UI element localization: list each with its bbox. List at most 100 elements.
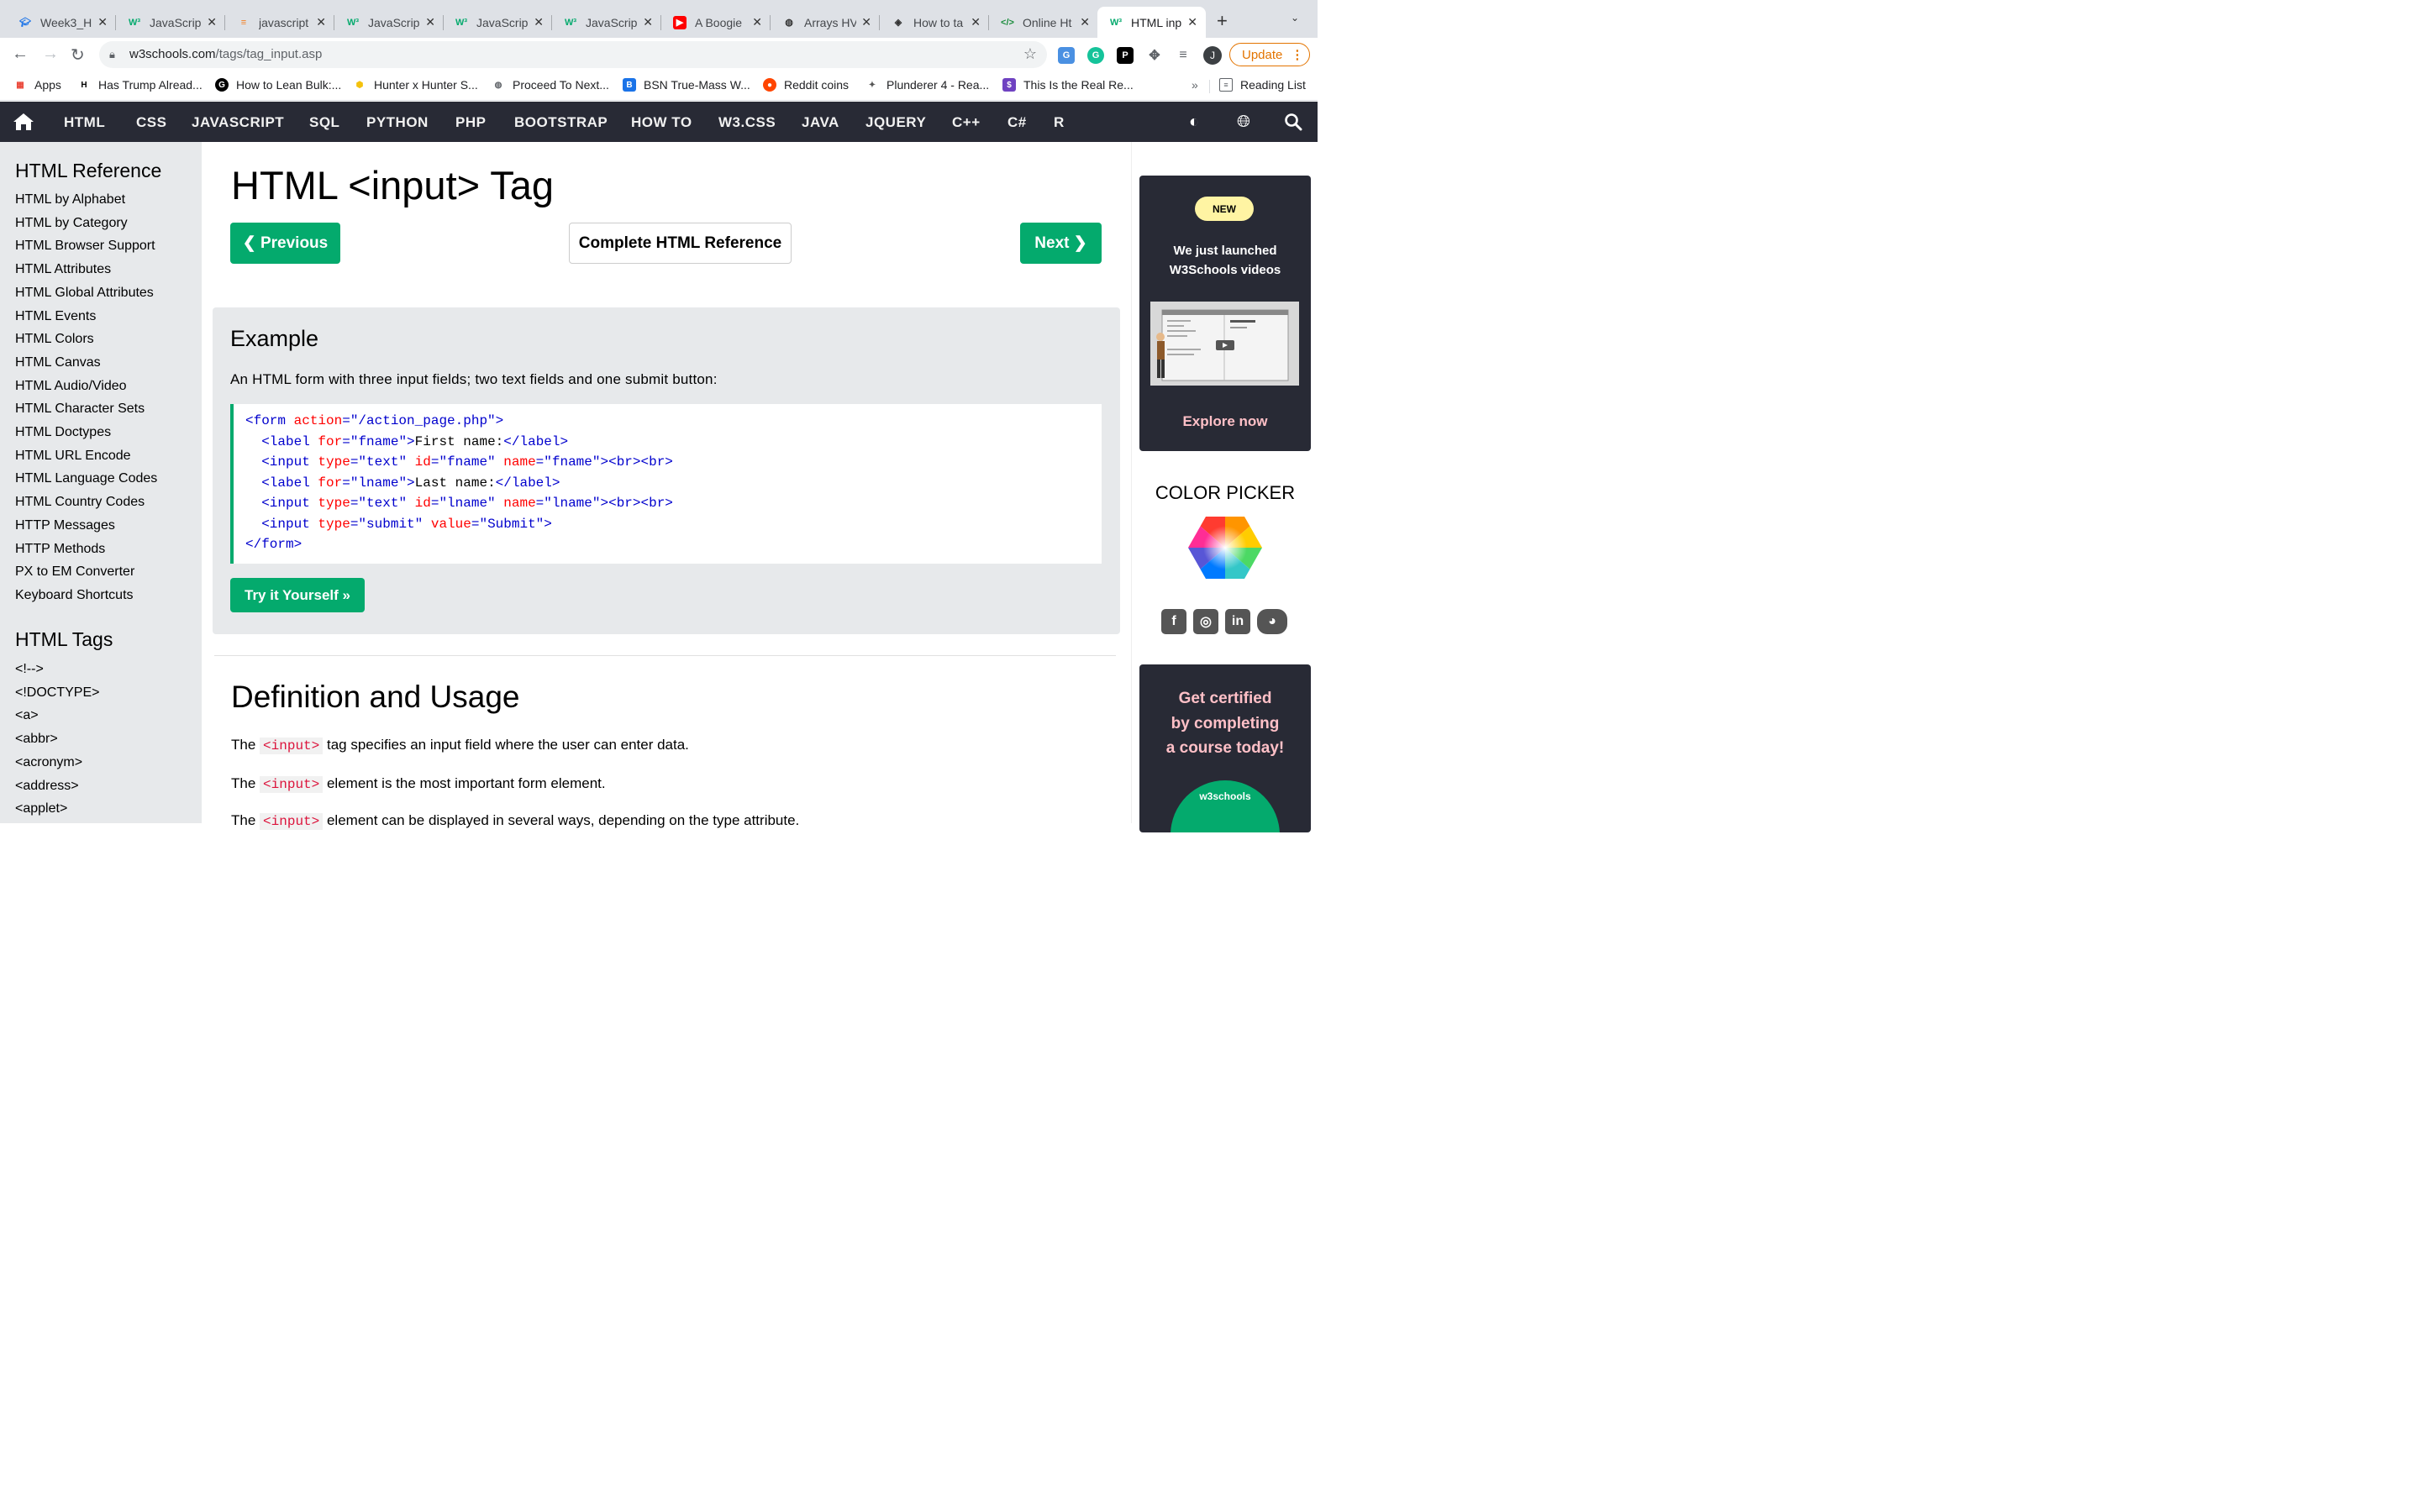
- home-icon[interactable]: [12, 112, 35, 132]
- close-tab-icon[interactable]: ✕: [1080, 15, 1090, 29]
- language-globe-icon[interactable]: 🌐︎: [1237, 113, 1250, 132]
- sidebar-reference-link[interactable]: HTML by Category: [15, 216, 128, 231]
- p-extension-icon[interactable]: P: [1117, 47, 1134, 64]
- profile-avatar[interactable]: J: [1203, 46, 1222, 65]
- sidebar-tag-link[interactable]: <acronym>: [15, 755, 82, 770]
- browser-tab[interactable]: ◈ How to ta ✕: [880, 7, 989, 38]
- topnav-item-css[interactable]: CSS: [136, 114, 166, 131]
- sidebar-reference-link[interactable]: PX to EM Converter: [15, 564, 134, 580]
- sidebar-reference-link[interactable]: HTML Canvas: [15, 355, 101, 370]
- facebook-icon[interactable]: f: [1161, 609, 1186, 634]
- topnav-item-c[interactable]: C#: [1007, 114, 1027, 131]
- complete-reference-button[interactable]: Complete HTML Reference: [569, 223, 792, 264]
- address-bar[interactable]: 🔒︎ w3schools.com/tags/tag_input.asp ☆: [99, 41, 1047, 68]
- topnav-item-python[interactable]: PYTHON: [366, 114, 429, 131]
- bookmark-item[interactable]: ▦ Apps: [13, 78, 61, 92]
- bookmark-item[interactable]: ◍ Proceed To Next...: [492, 78, 609, 92]
- browser-tab[interactable]: ▶ A Boogie ✕: [661, 7, 771, 38]
- previous-button[interactable]: ❮ Previous: [230, 223, 340, 264]
- topnav-item-php[interactable]: PHP: [455, 114, 486, 131]
- sidebar-tag-link[interactable]: <address>: [15, 779, 79, 794]
- bookmark-item[interactable]: H Has Trump Alread...: [77, 78, 202, 92]
- update-button[interactable]: Update ⋮: [1229, 43, 1310, 66]
- sidebar-reference-link[interactable]: HTTP Messages: [15, 518, 115, 533]
- reload-icon[interactable]: ↻: [71, 45, 85, 66]
- topnav-item-c[interactable]: C++: [952, 114, 981, 131]
- sidebar-reference-link[interactable]: HTML Audio/Video: [15, 379, 127, 394]
- new-tab-button[interactable]: +: [1217, 10, 1228, 32]
- sidebar-tag-link[interactable]: <!DOCTYPE>: [15, 685, 99, 701]
- topnav-item-howto[interactable]: HOW TO: [631, 114, 692, 131]
- close-tab-icon[interactable]: ✕: [207, 15, 217, 29]
- close-tab-icon[interactable]: ✕: [861, 15, 871, 29]
- bookmark-star-icon[interactable]: ☆: [1023, 45, 1037, 63]
- video-thumbnail[interactable]: [1150, 302, 1299, 386]
- topnav-item-sql[interactable]: SQL: [309, 114, 339, 131]
- bookmark-item[interactable]: $ This Is the Real Re...: [1002, 78, 1134, 92]
- close-tab-icon[interactable]: ✕: [534, 15, 544, 29]
- bookmark-item[interactable]: ⬢ Hunter x Hunter S...: [353, 78, 478, 92]
- close-tab-icon[interactable]: ✕: [316, 15, 326, 29]
- grammarly-icon[interactable]: G: [1087, 47, 1104, 64]
- topnav-item-bootstrap[interactable]: BOOTSTRAP: [514, 114, 608, 131]
- topnav-item-w3css[interactable]: W3.CSS: [718, 114, 776, 131]
- browser-tab[interactable]: ◍ Arrays HV ✕: [771, 7, 880, 38]
- topnav-item-java[interactable]: JAVA: [802, 114, 839, 131]
- browser-tab[interactable]: W³ JavaScrip ✕: [443, 7, 552, 38]
- sidebar-tag-link[interactable]: <applet>: [15, 801, 67, 816]
- close-tab-icon[interactable]: ✕: [643, 15, 653, 29]
- url-text[interactable]: w3schools.com/tags/tag_input.asp: [129, 47, 322, 61]
- bookmark-item[interactable]: ✦ Plunderer 4 - Rea...: [865, 78, 989, 92]
- sidebar-reference-link[interactable]: Keyboard Shortcuts: [15, 588, 134, 603]
- sidebar-reference-link[interactable]: HTML Attributes: [15, 262, 111, 277]
- sidebar-reference-link[interactable]: HTML URL Encode: [15, 449, 131, 464]
- sidebar-reference-link[interactable]: HTML Country Codes: [15, 495, 145, 510]
- search-icon[interactable]: [1284, 113, 1302, 131]
- close-tab-icon[interactable]: ✕: [971, 15, 981, 29]
- browser-tab[interactable]: W³ JavaScrip ✕: [552, 7, 661, 38]
- videos-promo-card[interactable]: NEW We just launched W3Schools videos Ex…: [1139, 176, 1311, 451]
- bookmark-item[interactable]: B BSN True-Mass W...: [623, 78, 750, 92]
- sidebar-reference-link[interactable]: HTML Browser Support: [15, 239, 155, 254]
- reading-list-button[interactable]: ≡ Reading List: [1219, 78, 1306, 92]
- browser-tab[interactable]: </> Online Ht ✕: [989, 7, 1098, 38]
- close-tab-icon[interactable]: ✕: [425, 15, 435, 29]
- next-button[interactable]: Next ❯: [1020, 223, 1102, 264]
- explore-now-link[interactable]: Explore now: [1139, 413, 1311, 430]
- tab-search-icon[interactable]: ⌄: [1291, 12, 1299, 24]
- color-picker-wheel[interactable]: [1187, 515, 1263, 580]
- try-it-yourself-button[interactable]: Try it Yourself »: [230, 578, 365, 612]
- bookmarks-overflow-button[interactable]: »: [1192, 78, 1198, 92]
- forward-icon[interactable]: →: [42, 45, 59, 64]
- sidebar-reference-link[interactable]: HTML Doctypes: [15, 425, 111, 440]
- sidebar-reference-link[interactable]: HTML by Alphabet: [15, 192, 125, 207]
- close-tab-icon[interactable]: ✕: [97, 15, 108, 29]
- sidebar-reference-link[interactable]: HTML Colors: [15, 332, 94, 347]
- sidebar-reference-link[interactable]: HTTP Methods: [15, 542, 105, 557]
- sidebar-reference-link[interactable]: HTML Character Sets: [15, 402, 145, 417]
- instagram-icon[interactable]: ◎: [1193, 609, 1218, 634]
- linkedin-icon[interactable]: in: [1225, 609, 1250, 634]
- sidebar-tag-link[interactable]: <abbr>: [15, 732, 58, 747]
- google-translate-icon[interactable]: G: [1058, 47, 1075, 64]
- browser-tab[interactable]: ≡ javascript ✕: [225, 7, 334, 38]
- media-controls-icon[interactable]: ≡: [1175, 47, 1192, 64]
- certification-promo[interactable]: Get certified by completing a course tod…: [1139, 664, 1311, 832]
- extensions-puzzle-icon[interactable]: ✥: [1146, 47, 1163, 64]
- browser-tab[interactable]: 🎓︎ Week3_H ✕: [7, 7, 116, 38]
- topnav-item-jquery[interactable]: JQUERY: [865, 114, 926, 131]
- code-example[interactable]: <form action="/action_page.php"> <label …: [230, 404, 1102, 564]
- topnav-item-javascript[interactable]: JAVASCRIPT: [192, 114, 284, 131]
- topnav-item-r[interactable]: R: [1054, 114, 1065, 131]
- back-icon[interactable]: ←: [12, 45, 29, 64]
- sidebar-tag-link[interactable]: <a>: [15, 708, 39, 723]
- lock-icon[interactable]: 🔒︎: [109, 48, 115, 61]
- sidebar-reference-link[interactable]: HTML Events: [15, 309, 96, 324]
- bookmark-item[interactable]: G How to Lean Bulk:...: [215, 78, 341, 92]
- browser-tab[interactable]: W³ HTML inp ✕: [1097, 7, 1206, 38]
- close-tab-icon[interactable]: ✕: [1187, 15, 1197, 29]
- sidebar-reference-link[interactable]: HTML Global Attributes: [15, 286, 154, 301]
- discord-icon[interactable]: ◕: [1257, 609, 1287, 634]
- browser-tab[interactable]: W³ JavaScrip ✕: [334, 7, 444, 38]
- browser-tab[interactable]: W³ JavaScrip ✕: [116, 7, 225, 38]
